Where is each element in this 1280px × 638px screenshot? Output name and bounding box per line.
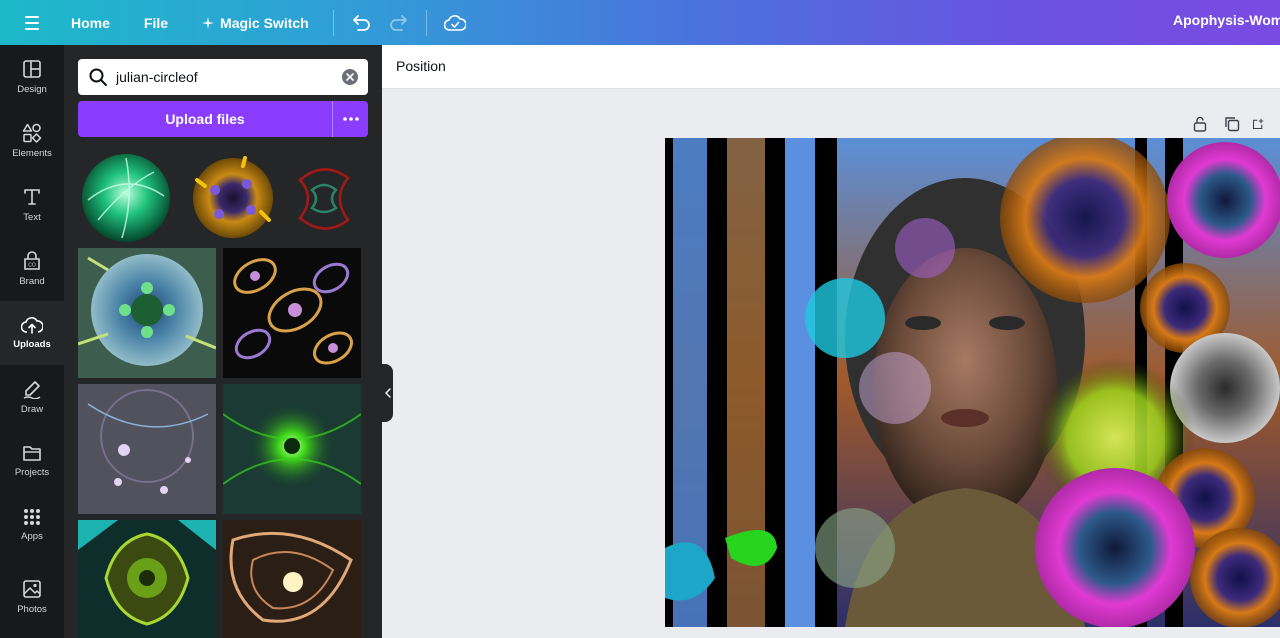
duplicate-page-button[interactable] [1220,112,1244,136]
apps-icon [24,509,40,525]
design-title[interactable]: Apophysis-Womar [1173,12,1280,28]
cloud-save-button[interactable] [437,5,473,41]
draw-icon [23,381,41,399]
elements-icon [22,123,42,143]
search-box [78,59,368,95]
rail-item-apps[interactable]: Apps [0,493,64,557]
search-icon [89,68,107,86]
rail-item-brand[interactable]: CO Brand [0,237,64,301]
redo-button[interactable] [380,5,416,41]
upload-thumbnail[interactable] [292,150,356,246]
collapse-panel-button[interactable] [382,364,393,422]
uploads-icon [21,317,43,334]
left-rail: Design Elements Text CO Brand Uploads Dr… [0,45,64,638]
artwork-image [665,138,1280,627]
design-icon [23,60,41,78]
rail-item-text[interactable]: Text [0,173,64,237]
redo-icon [389,14,407,31]
rail-label: Uploads [13,339,51,350]
upload-thumbnail[interactable] [78,520,216,638]
text-icon [24,189,40,205]
rail-label: Elements [12,148,52,159]
rail-item-draw[interactable]: Draw [0,365,64,429]
uploads-panel: Upload files [64,45,382,638]
magic-switch-button[interactable]: Magic Switch [188,7,323,39]
file-menu-button[interactable]: File [130,7,182,39]
rail-label: Brand [19,276,45,287]
rail-label: Draw [20,404,44,415]
undo-button[interactable] [344,5,380,41]
rail-label: Design [17,84,47,95]
context-toolbar: Position [382,45,1280,89]
cloud-check-icon [443,14,466,31]
svg-text:CO: CO [28,263,36,269]
hamburger-icon [25,15,39,30]
lock-page-button[interactable] [1188,112,1212,136]
rail-label: Apps [21,531,43,542]
upload-thumbnail[interactable] [78,248,216,378]
rail-item-uploads[interactable]: Uploads [0,301,64,365]
rail-label: Text [23,212,41,223]
magic-sparkle-icon [202,16,215,29]
position-button[interactable]: Position [396,58,446,74]
upload-files-button[interactable]: Upload files [78,101,332,137]
upload-thumbnail[interactable] [78,384,216,514]
search-input[interactable] [116,69,334,85]
upload-thumbnail[interactable] [223,520,361,638]
upload-thumbnail[interactable] [185,150,281,246]
rail-label: Photos [17,604,47,615]
rail-item-elements[interactable]: Elements [0,109,64,173]
more-options-button[interactable] [332,101,368,137]
clear-search-button[interactable] [342,69,358,85]
upload-thumbnail[interactable] [223,384,361,514]
brand-icon: CO [24,251,40,270]
projects-icon [23,446,41,461]
chevron-left-icon [384,388,391,398]
close-icon [346,73,354,81]
main-menu-button[interactable] [0,0,64,45]
divider [332,9,334,36]
rail-label: Projects [14,467,50,478]
design-canvas-artwork[interactable] [665,138,1280,627]
rail-item-photos[interactable]: Photos [0,565,64,629]
home-button[interactable]: Home [57,7,124,39]
rail-item-projects[interactable]: Projects [0,429,64,493]
more-dots-icon [342,117,359,121]
magic-switch-label: Magic Switch [220,14,309,31]
photos-icon [23,580,41,598]
page-actions [1188,112,1264,136]
upload-thumbnail[interactable] [78,150,174,246]
add-page-icon [1252,118,1264,130]
upload-row: Upload files [78,101,368,137]
unlock-icon [1193,116,1207,132]
rail-item-design[interactable]: Design [0,45,64,109]
upload-thumbnail[interactable] [223,248,361,378]
top-bar: Home File Magic Switch Apophysis-Womar [0,0,1280,45]
divider [425,9,427,36]
add-page-button[interactable] [1252,112,1264,136]
duplicate-icon [1225,117,1240,132]
undo-icon [352,14,370,31]
